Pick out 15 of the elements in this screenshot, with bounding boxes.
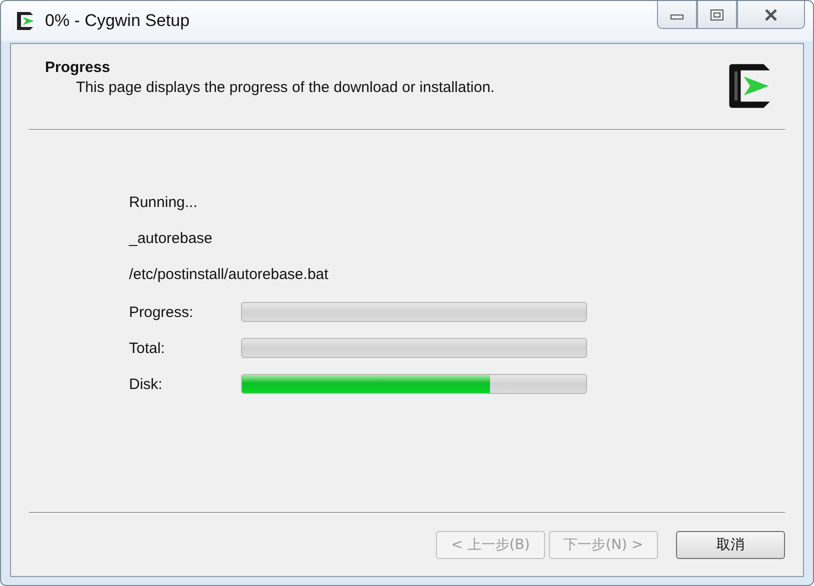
meter-label: Disk: [129, 376, 164, 392]
status-text: /etc/postinstall/autorebase.bat [129, 266, 330, 284]
cancel-button[interactable]: 取消 [676, 531, 785, 559]
window-title: 0% - Cygwin Setup [45, 11, 191, 31]
status-text: _autorebase [129, 230, 214, 248]
page-title: Progress [45, 59, 112, 76]
status-text: Running... [129, 194, 198, 212]
close-icon [763, 8, 779, 22]
meter-label: Progress: [129, 304, 194, 320]
maximize-icon [709, 8, 725, 22]
maximize-button[interactable] [697, 1, 737, 29]
minimize-button[interactable] [657, 1, 697, 29]
close-button[interactable] [737, 1, 805, 29]
meter-label: Total: [129, 340, 166, 356]
page-description: This page displays the progress of the download or installation. [76, 79, 495, 96]
